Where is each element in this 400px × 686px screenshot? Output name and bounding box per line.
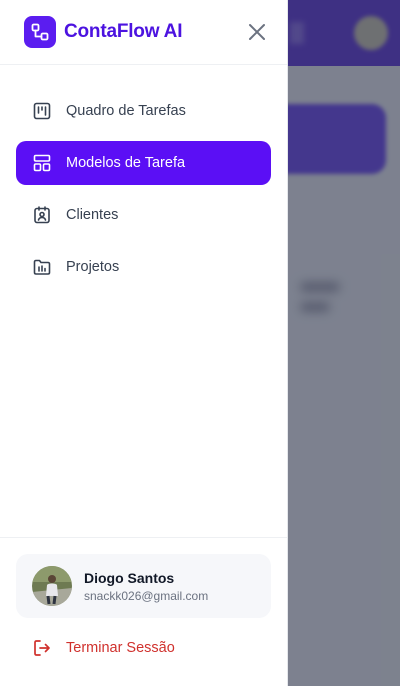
logout-label: Terminar Sessão [66, 640, 175, 656]
drawer-footer: Diogo Santos snackk026@gmail.com Termina… [0, 537, 287, 686]
navigation-drawer: ContaFlow AI Quadro de Tarefas Modelos d… [0, 0, 288, 686]
close-drawer-button[interactable] [243, 18, 271, 46]
nav-item-projetos[interactable]: Projetos [16, 245, 271, 289]
logout-icon [32, 638, 52, 658]
user-email: snackk026@gmail.com [84, 588, 209, 603]
kanban-board-icon [32, 101, 52, 121]
app-name: ContaFlow AI [64, 21, 183, 42]
nav-item-clientes[interactable]: Clientes [16, 193, 271, 237]
nav-item-label: Quadro de Tarefas [66, 103, 186, 119]
close-icon [249, 24, 265, 40]
nav-item-quadro-de-tarefas[interactable]: Quadro de Tarefas [16, 89, 271, 133]
avatar [32, 566, 72, 606]
nav-item-label: Modelos de Tarefa [66, 155, 186, 171]
contact-card-icon [32, 205, 52, 225]
sidebar-nav: Quadro de Tarefas Modelos de Tarefa Clie… [0, 65, 287, 289]
folder-chart-icon [32, 257, 52, 277]
user-profile-card[interactable]: Diogo Santos snackk026@gmail.com [16, 554, 271, 618]
app-logo-icon [24, 16, 56, 48]
nav-item-label: Projetos [66, 259, 120, 275]
nav-item-label: Clientes [66, 207, 119, 223]
user-name: Diogo Santos [84, 569, 175, 586]
drawer-header: ContaFlow AI [0, 0, 287, 65]
template-layout-icon [32, 153, 52, 173]
logout-button[interactable]: Terminar Sessão [16, 626, 271, 670]
nav-item-modelos-de-tarefa[interactable]: Modelos de Tarefa [16, 141, 271, 185]
